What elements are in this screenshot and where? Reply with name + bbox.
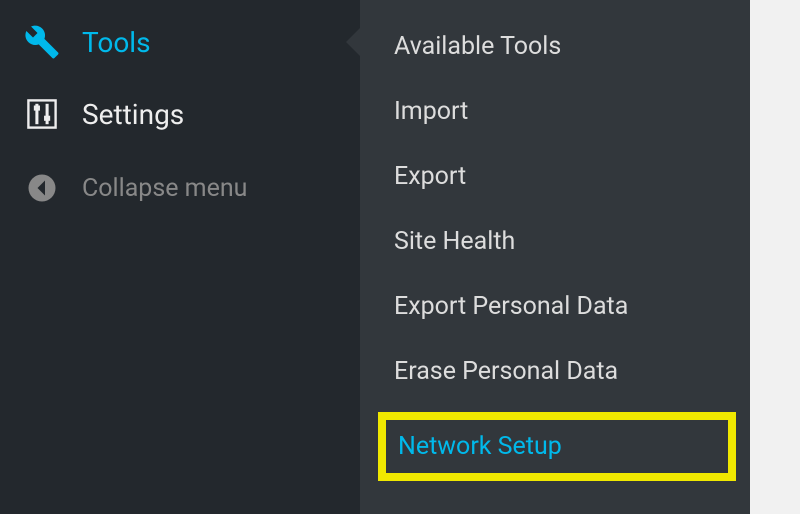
submenu-item-label: Export xyxy=(394,162,466,191)
sidebar-item-tools[interactable]: Tools xyxy=(0,6,360,78)
submenu-item-import[interactable]: Import xyxy=(360,79,750,144)
sliders-icon xyxy=(22,96,62,132)
tools-submenu: Available Tools Import Export Site Healt… xyxy=(360,0,750,514)
submenu-item-label: Import xyxy=(394,97,468,126)
sidebar-item-label: Settings xyxy=(82,98,184,131)
sidebar-item-label: Tools xyxy=(82,26,151,59)
sidebar-item-settings[interactable]: Settings xyxy=(0,78,360,150)
submenu-item-label: Network Setup xyxy=(398,432,562,461)
sidebar-collapse-menu[interactable]: Collapse menu xyxy=(0,150,360,224)
submenu-item-export-personal-data[interactable]: Export Personal Data xyxy=(360,274,750,339)
submenu-item-label: Available Tools xyxy=(394,32,561,61)
submenu-item-available-tools[interactable]: Available Tools xyxy=(360,14,750,79)
submenu-item-erase-personal-data[interactable]: Erase Personal Data xyxy=(360,339,750,404)
collapse-arrow-icon xyxy=(22,170,62,206)
collapse-menu-label: Collapse menu xyxy=(82,174,247,203)
submenu-item-network-setup[interactable]: Network Setup xyxy=(360,406,750,487)
submenu-pointer xyxy=(346,28,360,56)
wrench-icon xyxy=(22,24,62,60)
highlight-box: Network Setup xyxy=(378,412,736,481)
admin-sidebar: Tools Settings Collapse menu xyxy=(0,0,360,514)
submenu-item-export[interactable]: Export xyxy=(360,144,750,209)
submenu-item-label: Erase Personal Data xyxy=(394,357,618,386)
submenu-item-site-health[interactable]: Site Health xyxy=(360,209,750,274)
submenu-item-label: Export Personal Data xyxy=(394,292,628,321)
submenu-item-label: Site Health xyxy=(394,227,515,256)
